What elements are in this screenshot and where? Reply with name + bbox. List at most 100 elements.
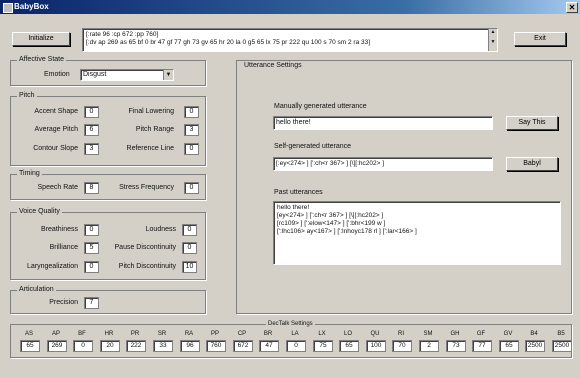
average-pitch-label: Average Pitch [34,126,78,133]
status-box: [:rate 96 :cp 672 :pp 760] [:dv ap 269 a… [82,28,498,52]
window-title: BabyBox [14,2,49,11]
dectalk-param-field[interactable]: 269 [47,340,67,352]
babyl-button[interactable]: Babyl [506,157,558,171]
dectalk-param-field[interactable]: 96 [180,340,200,352]
average-pitch-field[interactable]: 6 [84,124,99,136]
breathiness-field[interactable]: 0 [84,224,99,236]
dectalk-param-label: GF [476,331,486,337]
dectalk-param-label: QU [370,331,380,337]
final-lowering-label: Final Lowering [128,108,174,115]
group-title: Pitch [17,92,37,99]
accent-shape-label: Accent Shape [34,108,78,115]
dectalk-param-field[interactable]: 73 [446,340,466,352]
final-lowering-field[interactable]: 0 [184,106,199,118]
chevron-down-icon[interactable]: ▼ [163,70,173,80]
group-title: Voice Quality [17,208,62,215]
group-title: Articulation [17,286,56,293]
dectalk-param-field[interactable]: 2 [419,340,439,352]
pitch-discontinuity-label: Pitch Discontinuity [118,263,176,270]
dectalk-param-label: GH [450,331,460,337]
precision-label: Precision [49,299,78,306]
laryngealization-label: Laryngealization [27,263,78,270]
speech-rate-label: Speech Rate [37,184,78,191]
manual-utterance-label: Manually generated utterance [274,103,367,110]
dectalk-param-field[interactable]: 20 [100,340,120,352]
reference-line-field[interactable]: 0 [184,143,199,155]
list-item: [':lhc106> ay<167> ] [':lnhoyc178 rl ] [… [277,228,417,235]
close-icon[interactable]: ✕ [566,2,578,13]
breathiness-label: Breathiness [41,226,78,233]
brilliance-field[interactable]: 5 [84,242,99,254]
say-this-button[interactable]: Say This [506,116,558,130]
list-item: [ey<274> ] [':ch<r 367> ] [\][:hc202> ] [277,212,384,219]
dectalk-param-field[interactable]: 77 [472,340,492,352]
dectalk-param-label: HR [104,331,114,337]
dectalk-param-label: BR [263,331,273,337]
pitch-range-field[interactable]: 3 [184,124,199,136]
dectalk-param-label: CP [237,331,247,337]
dectalk-param-label: B4 [530,331,538,337]
dectalk-param-field[interactable]: 33 [153,340,173,352]
dectalk-param-field[interactable]: 0 [73,340,93,352]
reference-line-label: Reference Line [126,145,174,152]
dectalk-param-field[interactable]: 0 [286,340,306,352]
dectalk-param-field[interactable]: 65 [20,340,40,352]
dectalk-param-label: AS [24,331,33,337]
dectalk-settings-title: DecTalk Settings [266,321,315,327]
emotion-select[interactable]: Disgust ▼ [80,69,174,81]
self-utterance-label: Self-generated utterance [274,143,352,150]
group-title: Affective State [17,56,67,63]
dectalk-param-field[interactable]: 65 [339,340,359,352]
dectalk-param-label: SR [157,331,167,337]
dectalk-param-label: PR [130,331,140,337]
dectalk-param-field[interactable]: 75 [313,340,333,352]
stress-frequency-field[interactable]: 0 [184,182,199,194]
dectalk-param-field[interactable]: 2500 [525,340,545,352]
exit-button[interactable]: Exit [514,32,566,46]
title-bar: BabyBox ✕ [0,0,580,14]
dectalk-param-label: RI [398,331,404,337]
contour-slope-field[interactable]: 3 [84,143,99,155]
brilliance-label: Brilliance [49,244,78,251]
manual-utterance-input[interactable]: hello there! [273,116,493,130]
dectalk-param-field[interactable]: 47 [259,340,279,352]
dectalk-param-label: LX [318,331,326,337]
precision-field[interactable]: 7 [84,297,99,309]
dectalk-param-field[interactable]: 70 [392,340,412,352]
manual-utterance-value: hello there! [276,119,311,126]
self-utterance-input[interactable]: [:ey<274> ] [':ch<r 367> ] [\][:hc202> ] [273,157,493,171]
emotion-value: Disgust [83,71,107,78]
pause-discontinuity-field[interactable]: 0 [182,242,197,254]
dectalk-param-field[interactable]: 100 [366,340,386,352]
past-utterances-list[interactable]: hello there! [ey<274> ] [':ch<r 367> ] [… [273,201,561,265]
speech-rate-field[interactable]: 8 [84,182,99,194]
self-utterance-value: [:ey<274> ] [':ch<r 367> ] [\][:hc202> ] [276,160,385,167]
stress-frequency-label: Stress Frequency [119,184,174,191]
scroll-up-icon[interactable]: ▲ [489,29,497,35]
loudness-label: Loudness [145,226,176,233]
dectalk-param-label: PP [210,331,219,337]
laryngealization-field[interactable]: 0 [84,261,99,273]
utterance-settings-group [236,60,572,314]
utterance-settings-title: Utterance Settings [244,62,302,69]
pitch-discontinuity-field[interactable]: 10 [182,261,197,273]
dectalk-param-field[interactable]: 222 [126,340,146,352]
status-line: [:dv ap 269 as 65 bf 0 br 47 gf 77 gh 73… [86,39,371,46]
loudness-field[interactable]: 0 [182,224,197,236]
dectalk-param-field[interactable]: 2500 [552,340,572,352]
scroll-down-icon[interactable]: ▼ [489,39,497,45]
dectalk-param-field[interactable]: 65 [499,340,519,352]
status-line: [:rate 96 :cp 672 :pp 760] [86,31,159,38]
status-scrollbar[interactable]: ▲ ▼ [488,29,497,51]
past-utterances-label: Past utterances [274,189,323,196]
initialize-button[interactable]: Initialize [12,32,70,46]
dectalk-param-label: BF [78,331,86,337]
dectalk-param-field[interactable]: 672 [233,340,253,352]
app-icon [3,3,13,13]
group-title: Timing [17,170,42,177]
pause-discontinuity-label: Pause Discontinuity [114,244,176,251]
dectalk-param-label: AP [51,331,60,337]
dectalk-param-label: LA [291,331,299,337]
accent-shape-field[interactable]: 0 [84,106,99,118]
dectalk-param-field[interactable]: 760 [206,340,226,352]
